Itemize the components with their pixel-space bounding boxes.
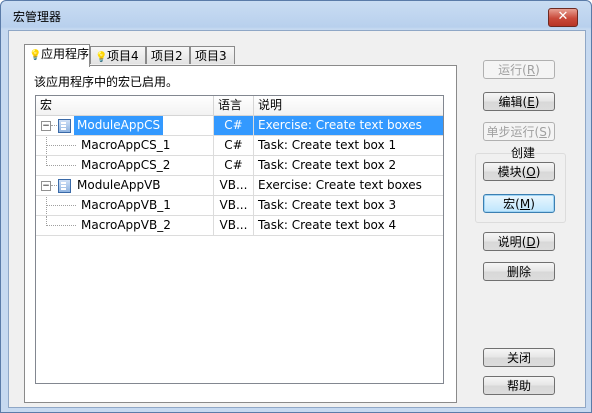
edit-button[interactable]: 编辑(E) xyxy=(483,92,555,111)
module-icon xyxy=(58,179,71,193)
bulb-icon: 💡 xyxy=(29,50,42,61)
tab-project2[interactable]: 项目2 xyxy=(146,46,190,64)
column-header-language[interactable]: 语言 xyxy=(214,96,254,115)
collapse-icon[interactable]: − xyxy=(41,181,51,191)
macro-name: MacroAppCS_1 xyxy=(81,138,171,152)
macro-name: ModuleAppCS xyxy=(74,116,164,135)
tab-panel: 该应用程序中的宏已启用。 宏 语言 说明 − ModuleAppCS C# Ex… xyxy=(24,65,457,403)
macro-status-text: 该应用程序中的宏已启用。 xyxy=(34,75,179,89)
macro-name: MacroAppVB_1 xyxy=(81,198,171,212)
macro-language: VB... xyxy=(214,196,254,215)
create-group-label: 创建 xyxy=(511,146,536,160)
create-macro-button[interactable]: 宏(M) xyxy=(483,194,555,213)
column-header-macro[interactable]: 宏 xyxy=(36,96,214,115)
column-header-description[interactable]: 说明 xyxy=(254,96,443,115)
macro-name: MacroAppCS_2 xyxy=(81,158,171,172)
collapse-icon[interactable]: − xyxy=(41,121,51,131)
list-header: 宏 语言 说明 xyxy=(36,96,443,116)
macro-tree-list[interactable]: 宏 语言 说明 − ModuleAppCS C# Exercise: Creat… xyxy=(35,95,444,384)
macro-name: MacroAppVB_2 xyxy=(81,218,171,232)
table-row[interactable]: MacroAppCS_1 C# Task: Create text box 1 xyxy=(36,136,443,156)
macro-language: C# xyxy=(214,156,254,175)
window-title: 宏管理器 xyxy=(13,10,62,24)
macro-description: Task: Create text box 2 xyxy=(258,158,397,172)
create-module-button[interactable]: 模块(O) xyxy=(483,162,555,181)
close-button[interactable]: 关闭 xyxy=(483,348,555,367)
macro-description: Exercise: Create text boxes xyxy=(254,116,443,135)
macro-language: C# xyxy=(214,116,254,135)
table-row[interactable]: − ModuleAppVB VB... Exercise: Create tex… xyxy=(36,176,443,196)
dialog-client: 💡应用程序 💡项目4 项目2 项目3 该应用程序中的宏已启用。 宏 语言 说明 xyxy=(8,30,586,408)
close-window-button[interactable]: ✕ xyxy=(548,8,578,27)
macro-language: VB... xyxy=(214,216,254,235)
macro-description: Task: Create text box 3 xyxy=(258,198,397,212)
table-row[interactable]: − ModuleAppCS C# Exercise: Create text b… xyxy=(36,116,443,136)
tab-project4[interactable]: 💡项目4 xyxy=(90,46,146,64)
delete-button[interactable]: 删除 xyxy=(483,262,555,281)
table-row[interactable]: MacroAppCS_2 C# Task: Create text box 2 xyxy=(36,156,443,176)
step-into-button[interactable]: 单步运行(S) xyxy=(483,122,555,141)
table-row[interactable]: MacroAppVB_2 VB... Task: Create text box… xyxy=(36,216,443,236)
help-button[interactable]: 帮助 xyxy=(483,376,555,395)
macro-description: Exercise: Create text boxes xyxy=(258,178,422,192)
description-button[interactable]: 说明(D) xyxy=(483,232,555,251)
run-button[interactable]: 运行(R) xyxy=(483,60,555,79)
macro-name: ModuleAppVB xyxy=(77,178,161,192)
table-row[interactable]: MacroAppVB_1 VB... Task: Create text box… xyxy=(36,196,443,216)
macro-language: VB... xyxy=(214,176,254,195)
macro-description: Task: Create text box 1 xyxy=(258,138,397,152)
module-icon xyxy=(58,119,71,133)
macro-description: Task: Create text box 4 xyxy=(258,218,397,232)
macro-language: C# xyxy=(214,136,254,155)
tab-application[interactable]: 💡应用程序 xyxy=(24,44,90,67)
tab-project3[interactable]: 项目3 xyxy=(190,46,235,64)
macro-manager-window: 宏管理器 ✕ 💡应用程序 💡项目4 项目2 项目3 该应用程序中的宏已启用。 宏 xyxy=(0,0,592,413)
title-bar: 宏管理器 ✕ xyxy=(1,1,591,29)
close-icon: ✕ xyxy=(557,9,569,24)
